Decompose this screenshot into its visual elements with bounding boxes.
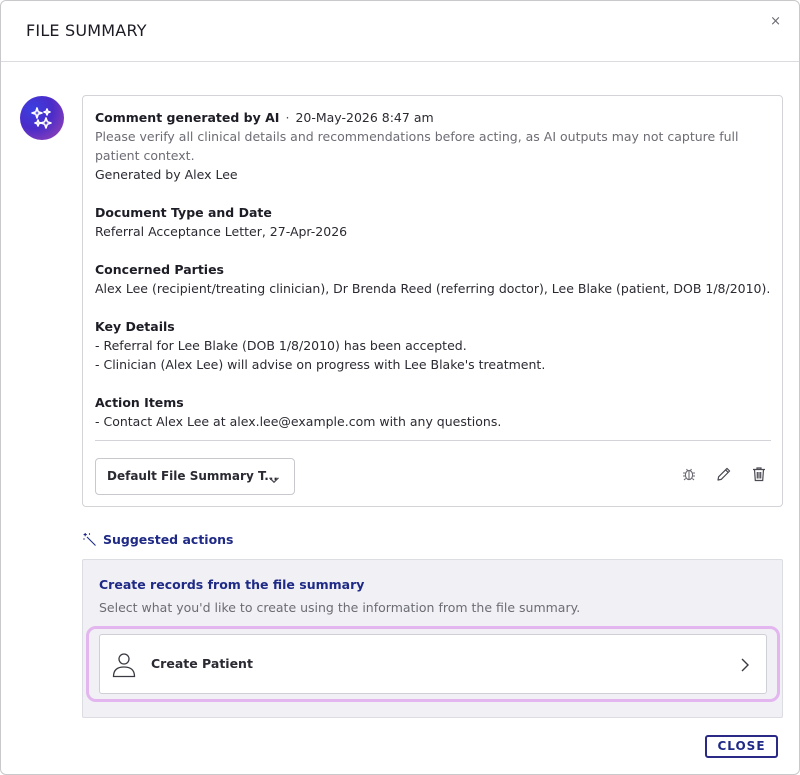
ai-sparkle-avatar	[20, 96, 64, 140]
bug-icon[interactable]	[680, 465, 698, 483]
section-line: Alex Lee (recipient/treating clinician),…	[95, 281, 771, 296]
pencil-icon[interactable]	[715, 465, 733, 483]
suggested-actions-label: Suggested actions	[103, 532, 234, 547]
trash-icon[interactable]	[750, 465, 768, 483]
section-heading-document-type: Document Type and Date	[95, 205, 272, 220]
ai-comment-card: Comment generated by AI · 20-May-2026 8:47…	[82, 95, 783, 507]
summary-template-select[interactable]: Default File Summary T...	[95, 458, 295, 495]
card-actions	[668, 465, 768, 483]
magic-wand-icon	[82, 532, 97, 550]
create-patient-label: Create Patient	[151, 656, 253, 671]
person-icon	[112, 652, 136, 682]
card-divider	[95, 440, 771, 441]
create-records-subtitle: Select what you'd like to create using t…	[99, 600, 581, 615]
template-select-value: Default File Summary T...	[107, 469, 278, 483]
sparkles-icon	[31, 107, 52, 129]
modal-title: FILE SUMMARY	[26, 21, 147, 40]
comment-meta: Comment generated by AI · 20-May-2026 8:47…	[95, 108, 771, 127]
comment-timestamp: 20-May-2026 8:47 am	[295, 110, 434, 125]
section-line: Referral Acceptance Letter, 27-Apr-2026	[95, 224, 348, 239]
section-heading-action-items: Action Items	[95, 395, 184, 410]
suggested-actions-heading: Suggested actions	[82, 532, 234, 550]
comment-author: Comment generated by AI	[95, 110, 280, 125]
comment-body: Comment generated by AI · 20-May-2026 8:47…	[95, 108, 771, 431]
create-patient-button[interactable]: Create Patient	[99, 634, 767, 694]
modal-header: FILE SUMMARY ×	[1, 1, 799, 62]
section-heading-concerned-parties: Concerned Parties	[95, 262, 224, 277]
file-summary-modal: FILE SUMMARY × Comment generated by AI · 2…	[0, 0, 800, 775]
chevron-down-icon	[268, 471, 280, 490]
create-records-panel: Create records from the file summary Sel…	[82, 559, 783, 718]
meta-separator: ·	[285, 110, 290, 125]
close-button[interactable]: CLOSE	[705, 735, 778, 758]
generated-by: Generated by Alex Lee	[95, 167, 238, 182]
section-line: - Referral for Lee Blake (DOB 1/8/2010) …	[95, 338, 467, 353]
close-icon[interactable]: ×	[770, 15, 781, 28]
section-line: - Clinician (Alex Lee) will advise on pr…	[95, 357, 546, 372]
section-heading-key-details: Key Details	[95, 319, 175, 334]
ai-disclaimer: Please verify all clinical details and r…	[95, 129, 739, 163]
create-records-title: Create records from the file summary	[99, 577, 365, 592]
chevron-right-icon	[740, 657, 750, 676]
section-line: - Contact Alex Lee at alex.lee@example.c…	[95, 414, 502, 429]
